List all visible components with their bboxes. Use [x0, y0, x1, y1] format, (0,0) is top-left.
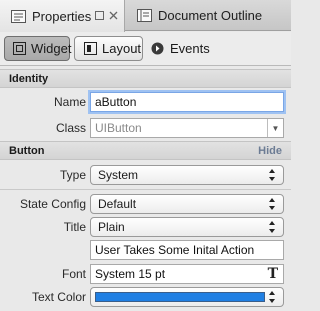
- identity-header-label: Identity: [9, 72, 49, 85]
- title-label: Title: [63, 220, 86, 234]
- state-config-popup-value: Default: [98, 197, 137, 211]
- identity-section-header: Identity: [0, 69, 291, 88]
- type-popup[interactable]: System: [90, 165, 284, 185]
- layout-button-label: Layout: [102, 41, 142, 56]
- type-label: Type: [59, 168, 86, 182]
- events-button[interactable]: Events: [151, 40, 210, 57]
- text-color-label: Text Color: [31, 290, 86, 304]
- button-header-label: Button: [9, 144, 45, 157]
- font-field-value: System 15 pt: [95, 267, 166, 281]
- tab-properties[interactable]: Properties: [0, 0, 125, 32]
- font-label: Font: [61, 267, 86, 281]
- inspector-toolbar: Widget Layout Events: [0, 32, 291, 66]
- text-color-row: Text Color: [0, 287, 291, 309]
- font-picker-icon[interactable]: T: [268, 266, 278, 282]
- font-field[interactable]: System 15 pt T: [90, 264, 284, 284]
- class-label: Class: [55, 121, 86, 135]
- class-dropdown-arrow-icon[interactable]: ▼: [267, 119, 283, 137]
- document-outline-icon: [136, 9, 152, 23]
- class-row: Class UIButton ▼: [0, 118, 291, 140]
- tab-bar: Properties Document Outline: [0, 0, 291, 32]
- tab-document-outline[interactable]: Document Outline: [126, 0, 291, 31]
- title-popup[interactable]: Plain: [90, 217, 284, 237]
- widget-icon: [13, 42, 26, 56]
- title-popup-value: Plain: [98, 220, 125, 234]
- text-color-updown-icon: [268, 291, 275, 303]
- section-divider: [0, 189, 291, 190]
- widget-button[interactable]: Widget: [4, 36, 72, 61]
- type-row: Type System: [0, 165, 291, 187]
- tab-document-outline-label: Document Outline: [158, 8, 263, 23]
- events-button-label: Events: [170, 41, 210, 56]
- widget-button-label: Widget: [31, 41, 72, 56]
- layout-icon: [83, 42, 97, 56]
- layout-button[interactable]: Layout: [74, 36, 143, 61]
- title-text-input[interactable]: User Takes Some Inital Action: [90, 240, 284, 260]
- name-label: Name: [53, 95, 86, 109]
- font-row: Font System 15 pt T: [0, 264, 291, 286]
- state-config-label: State Config: [19, 197, 86, 211]
- title-updown-icon: [268, 221, 275, 233]
- state-config-row: State Config Default: [0, 194, 291, 216]
- title-text-row: User Takes Some Inital Action: [0, 240, 291, 262]
- events-icon: [151, 42, 164, 55]
- text-color-popup[interactable]: [90, 287, 284, 307]
- name-row: Name aButton: [0, 92, 291, 114]
- state-config-updown-icon: [268, 198, 275, 210]
- type-popup-value: System: [98, 168, 139, 182]
- hide-section-link[interactable]: Hide: [258, 145, 282, 157]
- text-color-swatch: [95, 292, 265, 302]
- title-row: Title Plain: [0, 217, 291, 239]
- close-tab-icon[interactable]: [108, 10, 119, 21]
- properties-icon: [10, 9, 26, 23]
- detach-tab-icon[interactable]: [94, 10, 105, 21]
- name-input[interactable]: aButton: [90, 92, 284, 112]
- tab-properties-label: Properties: [32, 8, 92, 24]
- button-section-header: Button Hide: [0, 141, 291, 160]
- class-combobox[interactable]: UIButton ▼: [90, 118, 284, 138]
- type-updown-icon: [268, 169, 275, 181]
- state-config-popup[interactable]: Default: [90, 194, 284, 214]
- class-combobox-placeholder: UIButton: [95, 121, 142, 135]
